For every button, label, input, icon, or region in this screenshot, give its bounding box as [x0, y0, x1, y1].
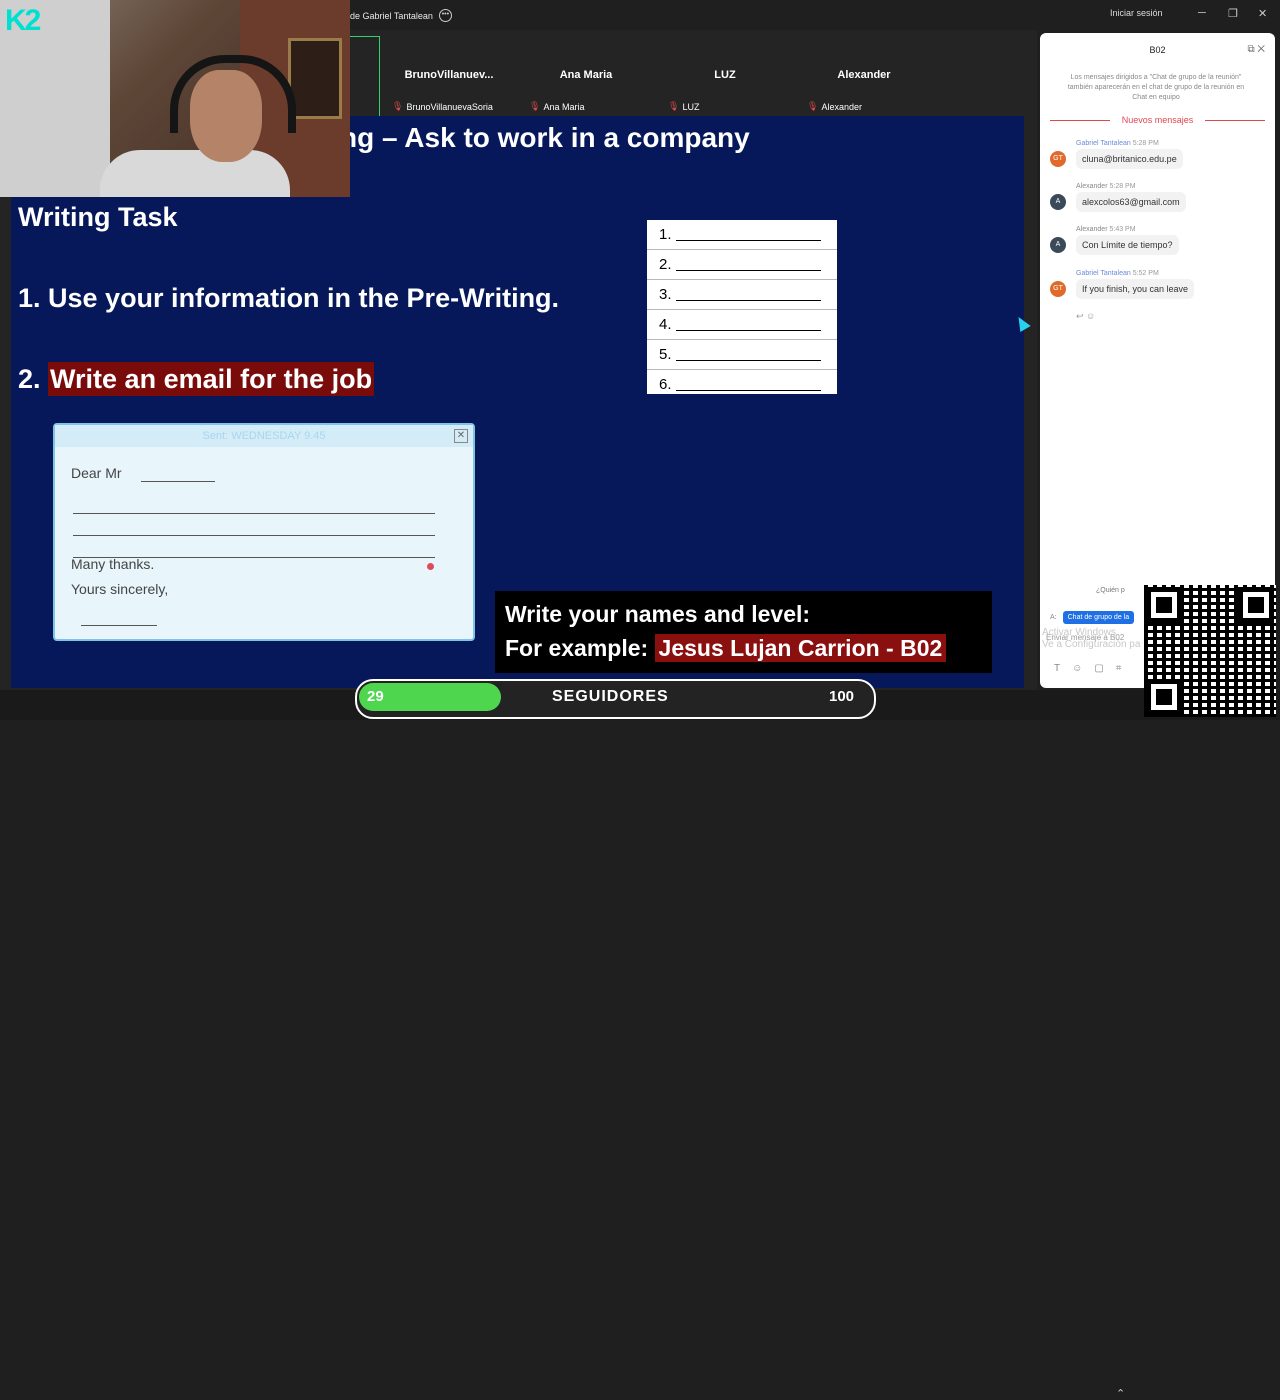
list-item: 5. [647, 340, 837, 370]
instruction-banner: Write your names and level: For example:… [495, 591, 992, 673]
follower-goal-bar: 29 SEGUIDORES 100 [355, 679, 876, 719]
message-meta: Gabriel Tantalean 5:52 PM [1076, 270, 1159, 277]
goal-count: 100 [829, 688, 855, 705]
mic-muted-icon: 🎙 [807, 101, 819, 111]
participant-label: 🎙 BrunoVillanuevaSoria [392, 101, 493, 112]
message-text[interactable]: If you finish, you can leave [1076, 279, 1195, 299]
qr-finder [1146, 679, 1182, 715]
participant-name: Ana Maria [559, 69, 613, 81]
banner-line-2: For example: Jesus Lujan Carrion - B02 [505, 634, 947, 662]
email-thanks: Many thanks. [71, 556, 155, 572]
blank-line [73, 535, 435, 536]
participant-name: LUZ [714, 69, 736, 81]
mic-muted-icon: 🎙 [529, 101, 541, 111]
message-meta: Alexander 5:43 PM [1076, 226, 1136, 233]
message-text[interactable]: Con Límite de tiempo? [1076, 235, 1179, 255]
participant-label: 🎙 Alexander [807, 101, 862, 112]
participant-label: 🎙 Ana Maria [529, 101, 585, 112]
popout-icon[interactable]: ⧉ [1247, 44, 1254, 55]
file-icon[interactable]: ▢ [1094, 663, 1103, 674]
more-options-icon[interactable]: ••• [438, 9, 452, 22]
avatar: GT [1050, 281, 1066, 297]
avatar: A [1050, 237, 1066, 253]
webcam-wall-frame [288, 38, 342, 119]
list-item: 6. [647, 370, 837, 399]
blank-line [81, 625, 157, 626]
list-item: 4. [647, 310, 837, 340]
compose-toolbar: T ☺ ▢ ⌗ [1054, 663, 1121, 674]
reaction-icons[interactable]: ↩ ☺ [1076, 311, 1095, 322]
banner-prefix: For example: [505, 635, 649, 661]
numbered-list: 1. 2. 3. 4. 5. 6. [647, 220, 837, 394]
share-title-text: de Gabriel Tantalean [350, 10, 433, 21]
qr-finder [1238, 587, 1274, 623]
minimize-icon[interactable]: ─ [1198, 7, 1206, 19]
chat-title: B02 [1149, 45, 1166, 55]
webcam-person-body [100, 150, 290, 197]
email-template: Sent: WEDNESDAY 9.45 ✕ Dear Mr Many than… [53, 423, 475, 641]
message-text[interactable]: alexcolos63@gmail.com [1076, 192, 1186, 212]
recipient-row: A: Chat de grupo de la [1050, 611, 1135, 624]
chat-note: Los mensajes dirigidos a "Chat de grupo … [1067, 74, 1245, 101]
goal-label: SEGUIDORES [552, 688, 669, 705]
participant-name: Alexander [837, 69, 891, 81]
list-item: 2. [647, 250, 837, 280]
who-can-see-link[interactable]: ¿Quién p [1096, 587, 1125, 594]
banner-line-1: Write your names and level: [505, 601, 811, 627]
slide-heading: Writing Task [18, 202, 178, 232]
participant-tile[interactable]: Ana Maria 🎙 Ana Maria [517, 36, 655, 116]
list-item: 3. [647, 280, 837, 310]
mic-muted-icon: 🎙 [668, 101, 680, 111]
task-item-2-number: 2. [18, 364, 41, 394]
signin-button[interactable]: Iniciar sesión [1110, 8, 1163, 18]
email-closing: Yours sincerely, [71, 581, 169, 597]
message-text[interactable]: cluna@britanico.edu.pe [1076, 149, 1183, 169]
avatar: A [1050, 194, 1066, 210]
email-sent-header: Sent: WEDNESDAY 9.45 [55, 425, 473, 447]
streamer-webcam: K2 [0, 0, 350, 197]
screenshot-icon[interactable]: ⌗ [1116, 663, 1122, 674]
participant-tile[interactable]: Alexander 🎙 Alexander [795, 36, 933, 116]
slide-title: ng – Ask to work in a company [340, 122, 750, 153]
share-title[interactable]: de Gabriel Tantalean ••• [350, 9, 452, 22]
message-meta: Gabriel Tantalean 5:28 PM [1076, 140, 1159, 147]
participant-tile[interactable]: LUZ 🎙 LUZ [656, 36, 794, 116]
format-icon[interactable]: T [1054, 663, 1060, 674]
task-item-2: 2. Write an email for the job [18, 362, 375, 396]
tray-chevron-icon[interactable]: ⌃ [1116, 1387, 1125, 1400]
task-item-2-text: Write an email for the job [48, 362, 375, 396]
blank-line [141, 481, 215, 482]
blank-line [73, 513, 435, 514]
participant-tile[interactable]: BrunoVillanuev... 🎙 BrunoVillanuevaSoria [380, 36, 518, 116]
emoji-icon[interactable]: ☺ [1072, 663, 1082, 674]
current-count: 29 [367, 688, 384, 705]
recipient-label: A: [1050, 614, 1057, 621]
maximize-icon[interactable]: ❐ [1228, 7, 1238, 20]
new-messages-divider: Nuevos mensajes [1050, 115, 1265, 125]
participant-name: BrunoVillanuev... [404, 69, 494, 81]
banner-example: Jesus Lujan Carrion - B02 [654, 634, 947, 662]
message-meta: Alexander 5:28 PM [1076, 183, 1136, 190]
participant-label: 🎙 LUZ [668, 101, 700, 112]
avatar: GT [1050, 151, 1066, 167]
channel-logo: K2 [5, 4, 41, 37]
qr-code [1144, 585, 1276, 717]
email-greeting: Dear Mr [71, 465, 122, 481]
mic-muted-icon: 🎙 [392, 101, 404, 111]
chat-window-controls: ⧉ ✕ [1247, 44, 1265, 55]
windows-activation-watermark: Activar Windows Ve a Configuración pa [1042, 627, 1141, 650]
recipient-select[interactable]: Chat de grupo de la [1062, 611, 1135, 624]
list-item: 1. [647, 220, 837, 250]
close-icon[interactable]: ✕ [1258, 7, 1267, 20]
qr-finder [1146, 587, 1182, 623]
close-icon: ✕ [454, 429, 468, 443]
close-chat-icon[interactable]: ✕ [1257, 44, 1265, 55]
task-item-1: 1. Use your information in the Pre-Writi… [18, 283, 560, 313]
record-dot-icon [427, 563, 434, 570]
